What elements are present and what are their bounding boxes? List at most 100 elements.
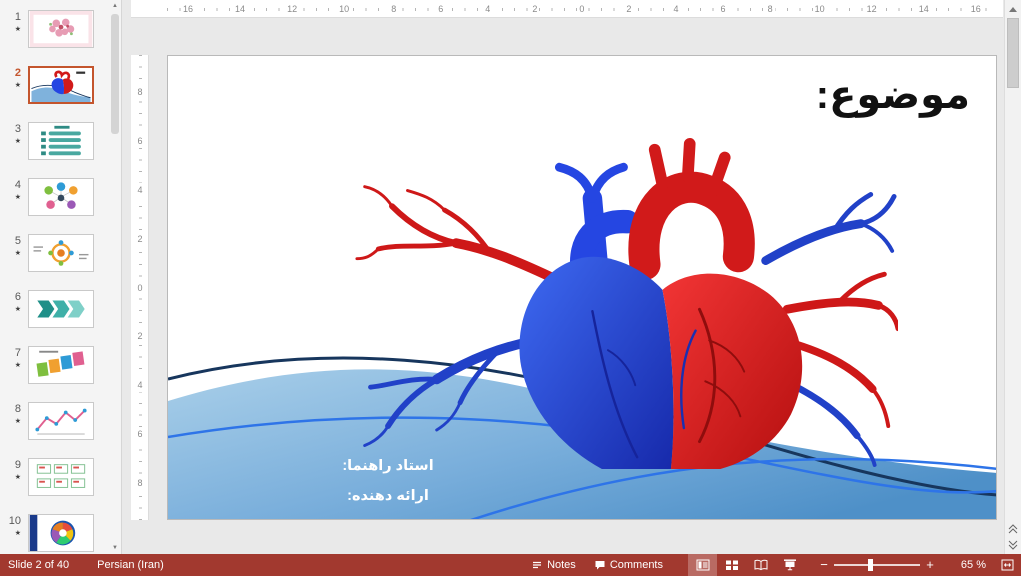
supervisor-line: استاد راهنما:	[303, 451, 473, 481]
slide-canvas[interactable]: موضوع:	[167, 55, 997, 520]
thumbnail-preview[interactable]	[28, 290, 94, 328]
reading-view-button[interactable]	[746, 554, 775, 576]
slide-number: 2	[15, 67, 21, 79]
ruler-mark: 0	[577, 4, 586, 14]
comments-button[interactable]: Comments	[585, 554, 672, 576]
scrollbar-thumb[interactable]	[1007, 18, 1019, 88]
circles-diagram-thumbnail-art	[29, 179, 93, 215]
ruler-mark: 2	[624, 4, 633, 14]
slide-sorter-button[interactable]	[717, 554, 746, 576]
ruler-mark: 16	[181, 4, 195, 14]
chart-thumbnail-art	[29, 403, 93, 439]
slide-number: 6	[15, 291, 21, 303]
double-chevron-up-icon	[1008, 524, 1018, 534]
ruler-mark: 8	[389, 4, 398, 14]
slide-thumbnail-7[interactable]: 7 ★	[6, 346, 121, 386]
zoom-in-button[interactable]: +	[922, 554, 938, 576]
credits-textbox[interactable]: استاد راهنما: ارائه دهنده:	[303, 451, 473, 511]
thumbnail-preview[interactable]	[28, 514, 94, 552]
thumb-scroll-down-button[interactable]: ▼	[110, 542, 120, 554]
list-slide-thumbnail-art	[29, 123, 93, 159]
ribbons-thumbnail-art	[29, 347, 93, 383]
fit-slide-button[interactable]	[994, 554, 1020, 576]
thumb-scrollbar-thumb[interactable]	[111, 14, 119, 134]
slide-thumbnail-9[interactable]: 9 ★	[6, 458, 121, 498]
previous-slide-button[interactable]	[1005, 521, 1021, 536]
slide-thumbnail-panel: 1 ★ 2 ★	[0, 0, 122, 554]
ruler-mark: 6	[436, 4, 445, 14]
slide-thumbnail-3[interactable]: 3 ★	[6, 122, 121, 162]
ruler-mark: 12	[865, 4, 879, 14]
ring-diagram-thumbnail-art	[29, 235, 93, 271]
ruler-mark: 6	[137, 427, 142, 441]
zoom-percent[interactable]: 65 %	[944, 559, 986, 571]
ruler-mark: 0	[137, 281, 142, 295]
transition-star-icon: ★	[15, 81, 21, 89]
comments-label: Comments	[610, 559, 663, 571]
notes-button[interactable]: Notes	[522, 554, 585, 576]
slide-thumbnail-6[interactable]: 6 ★	[6, 290, 121, 330]
zoom-out-button[interactable]: −	[816, 554, 832, 576]
thumbnail-preview[interactable]	[28, 234, 94, 272]
ruler-mark: 2	[137, 232, 142, 246]
transition-star-icon: ★	[15, 361, 21, 369]
ruler-mark: 4	[671, 4, 680, 14]
vertical-ruler[interactable]: 8 6 4 2 0 2 4 6 8	[131, 55, 149, 520]
ruler-mark: 2	[137, 329, 142, 343]
slide-number: 4	[15, 179, 21, 191]
thumbnail-preview[interactable]	[28, 122, 94, 160]
slideshow-icon	[783, 559, 797, 571]
transition-star-icon: ★	[15, 305, 21, 313]
slide-title[interactable]: موضوع:	[816, 72, 970, 118]
ruler-mark: 8	[137, 476, 142, 490]
thumbnail-preview[interactable]	[28, 458, 94, 496]
fit-slide-icon	[1001, 559, 1014, 571]
ruler-mark: 6	[719, 4, 728, 14]
horizontal-ruler[interactable]: 16 14 12 10 8 6 4 2 0 2 4 6 8 10 12 14 1…	[131, 0, 1003, 18]
zoom-slider[interactable]	[834, 554, 920, 576]
slide-indicator[interactable]: Slide 2 of 40	[8, 559, 69, 571]
transition-star-icon: ★	[15, 249, 21, 257]
slide-number: 1	[15, 11, 21, 23]
ruler-mark: 4	[137, 378, 142, 392]
slide-sorter-icon	[725, 559, 739, 571]
presenter-line: ارائه دهنده:	[303, 481, 473, 511]
thumbnail-preview[interactable]	[28, 66, 94, 104]
zoom-slider-thumb[interactable]	[868, 559, 873, 571]
normal-view-button[interactable]	[688, 554, 717, 576]
notes-label: Notes	[547, 559, 576, 571]
normal-view-icon	[696, 559, 710, 571]
thumbnail-preview[interactable]	[28, 178, 94, 216]
scroll-up-button[interactable]	[1005, 1, 1021, 17]
next-slide-button[interactable]	[1005, 537, 1021, 552]
heart-slide-thumbnail-art	[30, 68, 92, 102]
arrows-thumbnail-art	[29, 291, 93, 327]
double-chevron-down-icon	[1008, 540, 1018, 550]
slide-number: 7	[15, 347, 21, 359]
slide-thumbnail-4[interactable]: 4 ★	[6, 178, 121, 218]
slide-thumbnail-10[interactable]: 10 ★	[6, 514, 121, 554]
heart-illustration[interactable]	[353, 134, 898, 469]
transition-star-icon: ★	[15, 473, 21, 481]
ruler-mark: 14	[233, 4, 247, 14]
thumb-scroll-up-button[interactable]: ▲	[110, 0, 120, 12]
slide-thumbnail-2[interactable]: 2 ★	[6, 66, 121, 106]
wheel-thumbnail-art	[29, 515, 93, 551]
transition-star-icon: ★	[15, 193, 21, 201]
slide-number: 10	[9, 515, 21, 527]
ruler-mark: 8	[766, 4, 775, 14]
ruler-mark: 4	[137, 183, 142, 197]
ruler-mark: 4	[483, 4, 492, 14]
thumbnail-preview[interactable]	[28, 402, 94, 440]
slide-thumbnail-5[interactable]: 5 ★	[6, 234, 121, 274]
ruler-mark: 8	[137, 85, 142, 99]
comments-icon	[594, 559, 606, 571]
slide-thumbnail-8[interactable]: 8 ★	[6, 402, 121, 442]
thumbnail-panel-scrollbar[interactable]: ▲ ▼	[110, 0, 120, 554]
vertical-scrollbar[interactable]	[1004, 0, 1021, 554]
slideshow-button[interactable]	[775, 554, 804, 576]
language-indicator[interactable]: Persian (Iran)	[97, 559, 164, 571]
thumbnail-preview[interactable]	[28, 10, 94, 48]
thumbnail-preview[interactable]	[28, 346, 94, 384]
slide-thumbnail-1[interactable]: 1 ★	[6, 10, 121, 50]
